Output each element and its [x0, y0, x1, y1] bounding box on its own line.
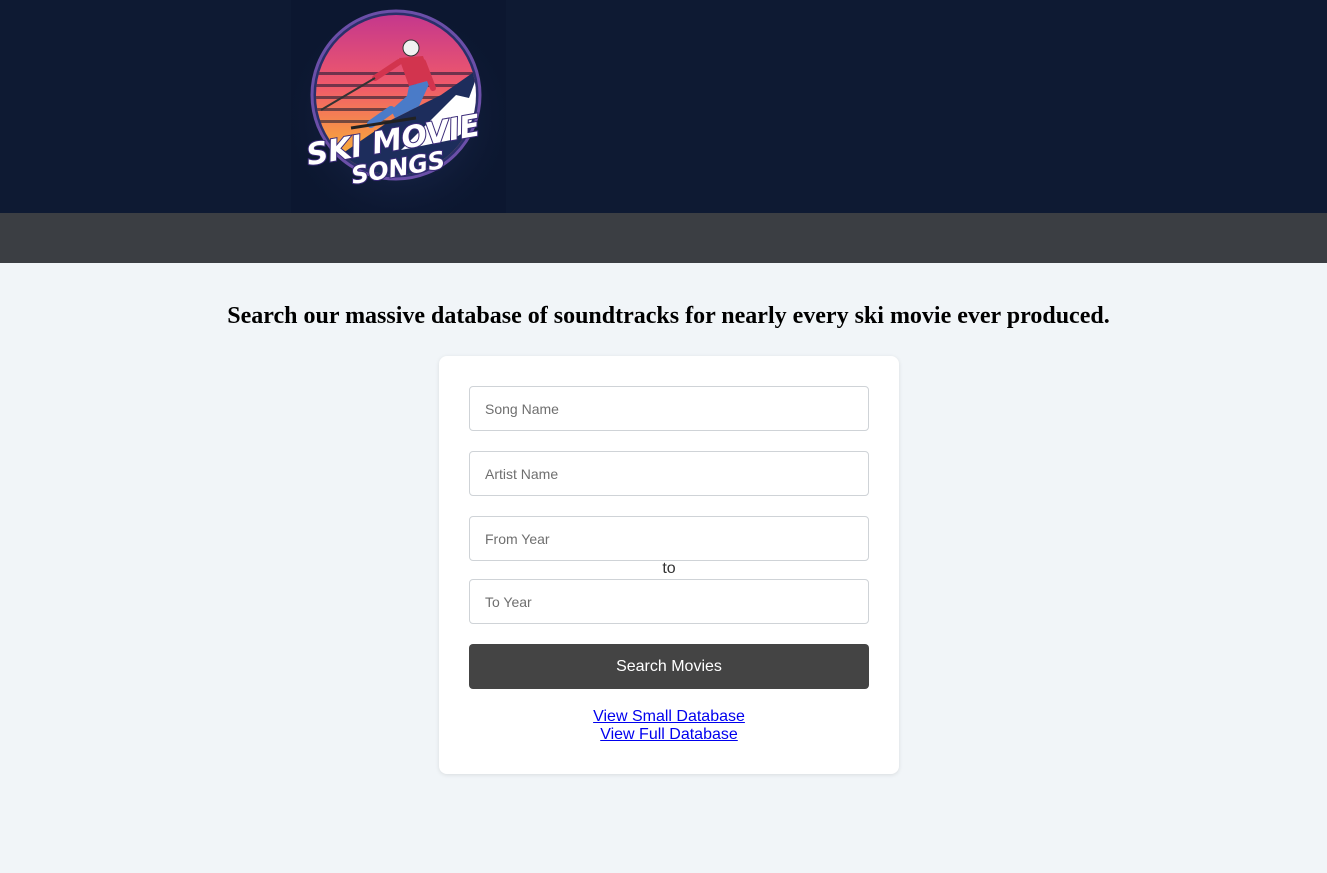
main-content: Search our massive database of soundtrac…: [0, 263, 1327, 873]
search-form-card: to Search Movies View Small Database Vie…: [439, 356, 899, 774]
page-headline: Search our massive database of soundtrac…: [227, 303, 1110, 329]
view-full-database-link[interactable]: View Full Database: [439, 726, 899, 744]
ski-movie-songs-logo[interactable]: SKI MOVIE SONGS: [291, 0, 506, 213]
database-links: View Small Database View Full Database: [439, 708, 899, 744]
to-year-input[interactable]: [469, 579, 869, 624]
artist-name-input[interactable]: [469, 451, 869, 496]
to-label: to: [662, 560, 676, 577]
logo-icon: SKI MOVIE SONGS: [291, 0, 506, 213]
search-movies-button[interactable]: Search Movies: [469, 644, 869, 689]
from-year-input[interactable]: [469, 516, 869, 561]
view-small-database-link[interactable]: View Small Database: [439, 708, 899, 726]
nav-bar: [0, 213, 1327, 263]
song-name-input[interactable]: [469, 386, 869, 431]
site-header: SKI MOVIE SONGS: [0, 0, 1327, 213]
